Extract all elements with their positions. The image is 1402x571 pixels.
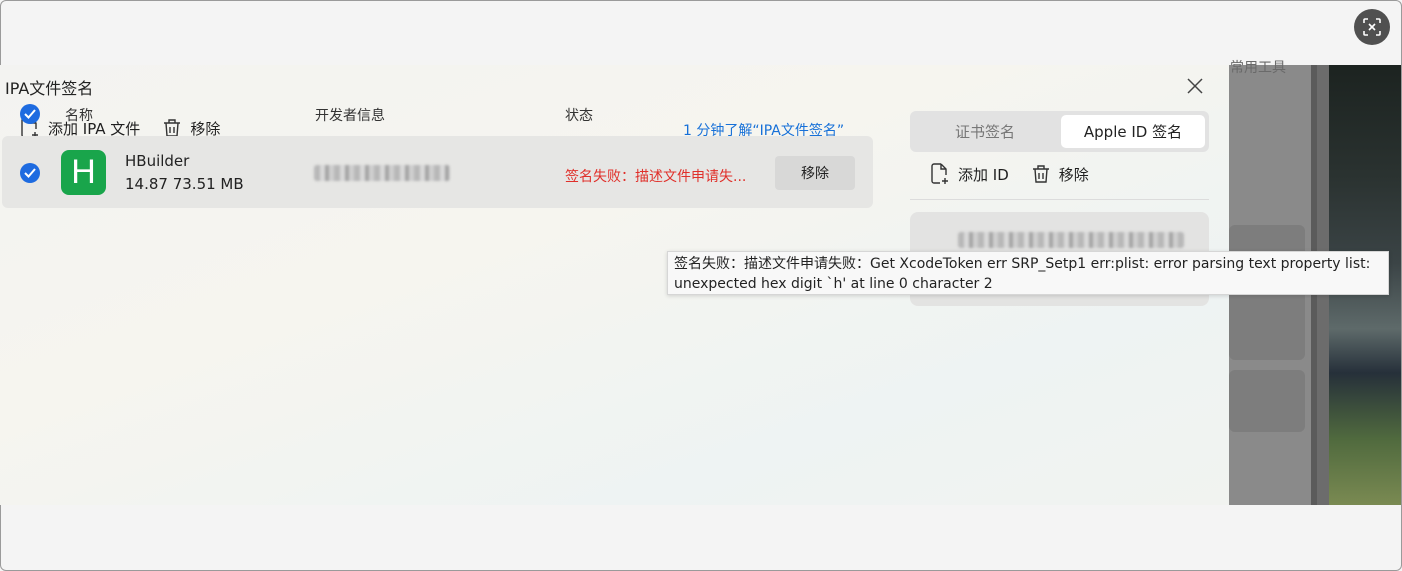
background-tools-label: 常用工具	[1230, 60, 1286, 76]
trash-icon	[1032, 165, 1049, 183]
select-all-checkbox[interactable]	[20, 104, 40, 124]
status-text: 签名失败：描述文件申请失...	[565, 169, 747, 185]
table-header: 名称 开发者信息 状态	[20, 100, 870, 130]
row-remove-button[interactable]: 移除	[775, 156, 855, 190]
tab-apple-id-sign[interactable]: Apple ID 签名	[1061, 115, 1205, 148]
background-card	[1229, 370, 1305, 432]
remove-id-label: 移除	[1058, 165, 1089, 184]
sign-mode-switch: 证书签名 Apple ID 签名	[910, 111, 1209, 152]
add-file-icon	[931, 163, 948, 184]
screenshot-icon	[1363, 18, 1381, 36]
developer-info-redacted	[314, 165, 450, 181]
row-checkbox[interactable]	[20, 163, 40, 183]
hbuilder-app-icon: H	[61, 150, 106, 195]
remove-id-button[interactable]: 移除	[1031, 164, 1089, 185]
table-row[interactable]: H HBuilder 14.87 73.51 MB 签名失败：描述文件申请失..…	[2, 136, 873, 208]
close-icon	[1187, 78, 1203, 94]
app-name: HBuilder	[125, 152, 190, 170]
header-name: 名称	[65, 108, 93, 124]
screenshot-button[interactable]	[1354, 9, 1390, 45]
app-version-size: 14.87 73.51 MB	[125, 175, 244, 193]
status-tooltip: 签名失败：描述文件申请失败：Get XcodeToken err SRP_Set…	[667, 251, 1389, 295]
add-id-label: 添加 ID	[958, 165, 1009, 184]
dialog-title: IPA文件签名	[5, 79, 94, 98]
tab-certificate-sign[interactable]: 证书签名	[910, 111, 1060, 152]
close-button[interactable]	[1183, 74, 1207, 98]
panel-divider	[910, 199, 1209, 200]
check-icon	[24, 109, 36, 119]
id-toolbar: 添加 ID 移除	[930, 163, 1089, 185]
add-id-button[interactable]: 添加 ID	[930, 163, 1009, 185]
header-status: 状态	[565, 108, 593, 124]
header-developer: 开发者信息	[315, 108, 385, 124]
apple-id-redacted	[958, 232, 1184, 248]
check-icon	[24, 168, 36, 178]
